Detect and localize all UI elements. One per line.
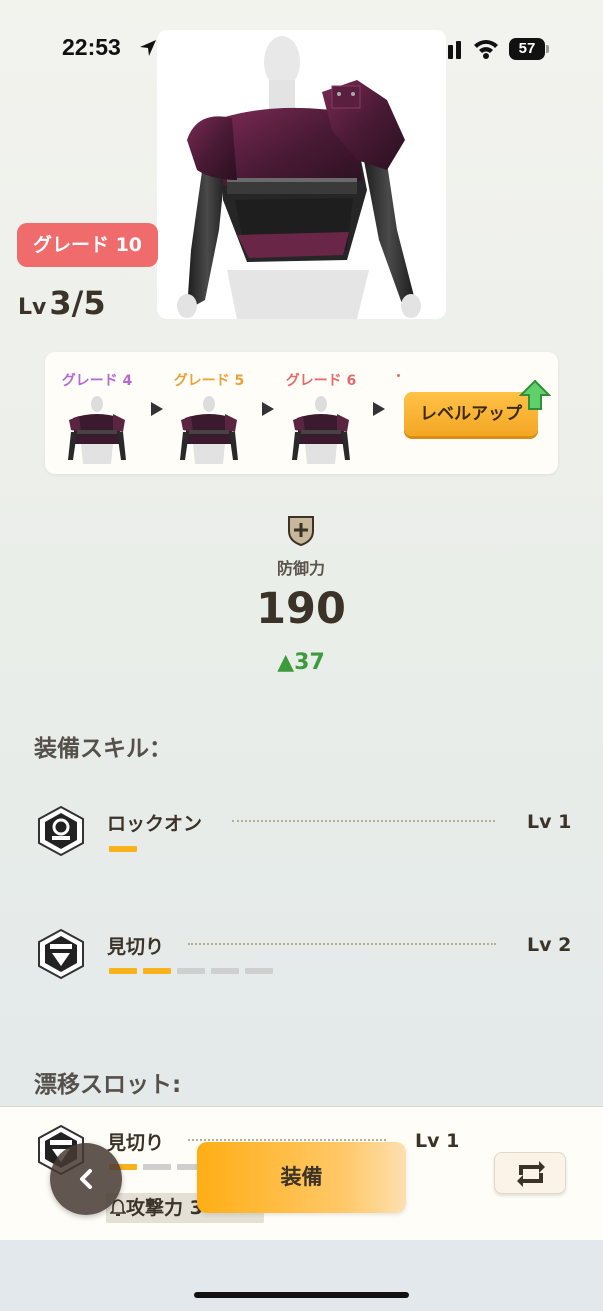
status-time: 22:53 <box>62 34 121 60</box>
level-up-arrow-icon <box>519 379 551 410</box>
skill-level: Lv 2 <box>527 934 572 956</box>
swap-icon <box>517 1161 545 1187</box>
skill-evade-icon <box>38 928 84 980</box>
armor-thumbnail <box>292 396 350 464</box>
skill-level-segment <box>245 968 273 974</box>
defense-value: 190 <box>256 584 346 634</box>
skill-level-segment <box>109 846 137 852</box>
skill-lockon-icon <box>38 805 84 857</box>
skill-name: 見切り <box>107 936 165 958</box>
swap-button[interactable] <box>494 1152 566 1194</box>
arrow-right-icon <box>373 402 385 416</box>
defense-label: 防御力 <box>276 559 325 578</box>
upgrade-step: グレード 5 <box>161 370 257 464</box>
skill-level-segment <box>177 968 205 974</box>
level-value: 3/5 <box>49 284 106 322</box>
wifi-icon <box>474 40 498 59</box>
skill-level: Lv 1 <box>527 811 572 833</box>
attack-chip-label: 攻撃力 3 <box>126 1197 203 1219</box>
skill-level-segment <box>143 1164 171 1170</box>
upgrade-step-label: グレード 4 <box>61 373 133 389</box>
battery-icon: 57 <box>509 38 549 60</box>
level-up-button[interactable]: レベルアップ <box>404 392 538 436</box>
drift-slot-title: 漂移スロット: <box>34 1072 182 1098</box>
defense-delta: ▲37 <box>277 650 325 675</box>
chevron-left-icon <box>80 1169 92 1189</box>
skill-level-segment <box>109 968 137 974</box>
skill-level-segment <box>211 968 239 974</box>
grade-badge: グレード 10 <box>17 223 158 267</box>
armor-chest-image <box>177 36 421 319</box>
equipped-skills-title: 装備スキル： <box>34 736 172 762</box>
armor-thumbnail <box>180 396 238 464</box>
shield-icon <box>288 516 314 547</box>
upgrade-step-label: グレード 5 <box>173 373 245 389</box>
location-arrow-icon <box>140 40 156 56</box>
home-indicator <box>194 1292 409 1298</box>
skill-level: Lv 1 <box>415 1130 460 1152</box>
dotted-leader <box>188 943 496 945</box>
equip-button[interactable]: 装備 <box>197 1142 406 1213</box>
dotted-leader <box>188 1139 386 1141</box>
level-prefix: Lv <box>18 295 47 320</box>
armor-thumbnail <box>68 396 126 464</box>
upgrade-step: グレード 6 <box>273 370 369 464</box>
skill-row[interactable]: 見切り Lv 2 <box>35 928 575 988</box>
indicator-dot <box>397 374 400 377</box>
bottom-bar-background <box>0 1240 603 1311</box>
upgrade-path-card: グレード 4 グレード 5 グレード 6 レベルアップ <box>45 352 558 474</box>
item-level: Lv 3/5 <box>18 284 106 322</box>
skill-name: ロックオン <box>107 813 203 835</box>
skill-level-segment <box>143 968 171 974</box>
item-image <box>157 30 446 319</box>
dotted-leader <box>232 820 495 822</box>
back-button[interactable] <box>50 1143 122 1215</box>
battery-level: 57 <box>518 40 536 57</box>
skill-row[interactable]: ロックオン Lv 1 <box>35 805 575 865</box>
upgrade-step: グレード 4 <box>49 370 145 464</box>
upgrade-step-label: グレード 6 <box>285 373 357 389</box>
